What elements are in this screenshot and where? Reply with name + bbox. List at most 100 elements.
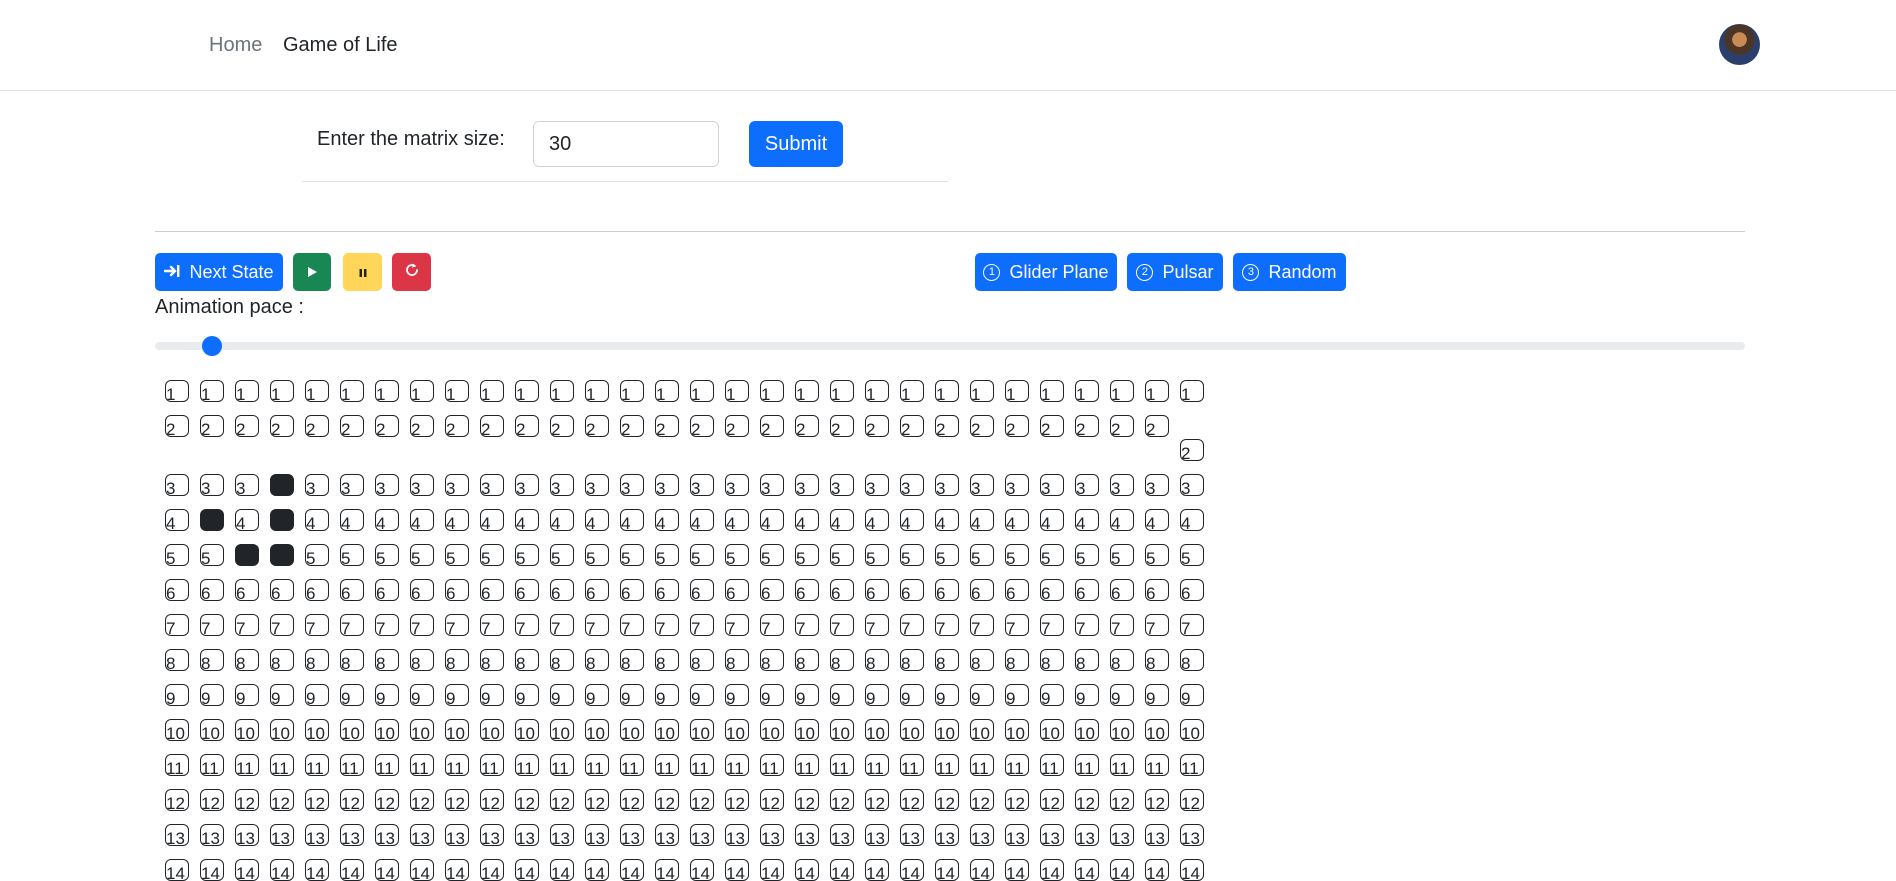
- nav-home-link[interactable]: Home: [209, 34, 262, 57]
- grid-cell[interactable]: 12: [795, 789, 819, 811]
- grid-cell[interactable]: 5: [200, 544, 224, 566]
- grid-cell[interactable]: 9: [375, 684, 399, 706]
- grid-cell[interactable]: 11: [690, 754, 714, 776]
- grid-cell[interactable]: 9: [200, 684, 224, 706]
- grid-cell[interactable]: 11: [900, 754, 924, 776]
- grid-cell[interactable]: 8: [235, 649, 259, 671]
- grid-cell[interactable]: 13: [340, 824, 364, 846]
- grid-cell[interactable]: 8: [165, 649, 189, 671]
- grid-cell[interactable]: 2: [970, 415, 994, 437]
- grid-cell[interactable]: 14: [515, 859, 539, 881]
- grid-cell[interactable]: 9: [865, 684, 889, 706]
- grid-cell[interactable]: 6: [690, 579, 714, 601]
- grid-cell[interactable]: 3: [375, 474, 399, 496]
- grid-cell[interactable]: 11: [445, 754, 469, 776]
- grid-cell[interactable]: 13: [1005, 824, 1029, 846]
- grid-cell[interactable]: 13: [1110, 824, 1134, 846]
- submit-button[interactable]: Submit: [749, 121, 843, 167]
- grid-cell[interactable]: 6: [445, 579, 469, 601]
- grid-cell[interactable]: 1: [970, 380, 994, 402]
- grid-cell[interactable]: 5: [1180, 544, 1204, 566]
- grid-cell[interactable]: 8: [760, 649, 784, 671]
- grid-cell[interactable]: 12: [1040, 789, 1064, 811]
- grid-cell[interactable]: 14: [375, 859, 399, 881]
- grid-cell[interactable]: 9: [165, 684, 189, 706]
- grid-cell[interactable]: 4: [970, 509, 994, 531]
- grid-cell[interactable]: 1: [340, 380, 364, 402]
- grid-cell[interactable]: 1: [305, 380, 329, 402]
- grid-cell[interactable]: 3: [1075, 474, 1099, 496]
- grid-cell[interactable]: 12: [1075, 789, 1099, 811]
- grid-cell[interactable]: 11: [1145, 754, 1169, 776]
- grid-cell[interactable]: 2: [620, 415, 644, 437]
- grid-cell[interactable]: 10: [340, 719, 364, 741]
- grid-cell[interactable]: 4: [305, 509, 329, 531]
- grid-cell[interactable]: 10: [900, 719, 924, 741]
- grid-cell[interactable]: 10: [270, 719, 294, 741]
- grid-cell[interactable]: 12: [900, 789, 924, 811]
- grid-cell[interactable]: 6: [585, 579, 609, 601]
- grid-cell[interactable]: 7: [725, 614, 749, 636]
- grid-cell[interactable]: 9: [1040, 684, 1064, 706]
- grid-cell[interactable]: 14: [410, 859, 434, 881]
- grid-cell[interactable]: 2: [515, 415, 539, 437]
- grid-cell[interactable]: 11: [1040, 754, 1064, 776]
- grid-cell[interactable]: 10: [1075, 719, 1099, 741]
- grid-cell[interactable]: 4: [550, 509, 574, 531]
- grid-cell[interactable]: 10: [480, 719, 504, 741]
- grid-cell[interactable]: 12: [655, 789, 679, 811]
- grid-cell[interactable]: 4: [165, 509, 189, 531]
- grid-cell[interactable]: 4: [515, 509, 539, 531]
- grid-cell[interactable]: 2: [1075, 415, 1099, 437]
- grid-cell[interactable]: 13: [620, 824, 644, 846]
- grid-cell[interactable]: 12: [235, 789, 259, 811]
- grid-cell[interactable]: 3: [620, 474, 644, 496]
- grid-cell[interactable]: 5: [1145, 544, 1169, 566]
- grid-cell[interactable]: 3: [795, 474, 819, 496]
- grid-cell[interactable]: 5: [550, 544, 574, 566]
- grid-cell[interactable]: 1: [445, 380, 469, 402]
- grid-cell[interactable]: 7: [165, 614, 189, 636]
- grid-cell[interactable]: 14: [830, 859, 854, 881]
- grid-cell[interactable]: 14: [200, 859, 224, 881]
- grid-cell[interactable]: 1: [690, 380, 714, 402]
- pulsar-button[interactable]: 2 Pulsar: [1127, 253, 1223, 291]
- grid-cell[interactable]: 13: [1075, 824, 1099, 846]
- grid-cell[interactable]: 9: [410, 684, 434, 706]
- grid-cell[interactable]: 3: [725, 474, 749, 496]
- grid-cell[interactable]: 14: [760, 859, 784, 881]
- grid-cell[interactable]: 8: [550, 649, 574, 671]
- grid-cell[interactable]: 9: [725, 684, 749, 706]
- grid-cell[interactable]: 6: [935, 579, 959, 601]
- grid-cell[interactable]: 7: [235, 614, 259, 636]
- grid-cell[interactable]: 6: [305, 579, 329, 601]
- grid-cell[interactable]: 12: [865, 789, 889, 811]
- grid-cell[interactable]: 9: [515, 684, 539, 706]
- grid-cell[interactable]: 13: [725, 824, 749, 846]
- nav-game-of-life-link[interactable]: Game of Life: [283, 34, 398, 57]
- grid-cell[interactable]: 14: [305, 859, 329, 881]
- grid-cell[interactable]: 3: [515, 474, 539, 496]
- grid-cell[interactable]: 12: [585, 789, 609, 811]
- grid-cell[interactable]: 4: [935, 509, 959, 531]
- grid-cell[interactable]: 5: [305, 544, 329, 566]
- grid-cell[interactable]: [270, 509, 294, 531]
- grid-cell[interactable]: 14: [270, 859, 294, 881]
- grid-cell[interactable]: 11: [1180, 754, 1204, 776]
- grid-cell[interactable]: 11: [270, 754, 294, 776]
- grid-cell[interactable]: 6: [200, 579, 224, 601]
- grid-cell[interactable]: 7: [935, 614, 959, 636]
- grid-cell[interactable]: 2: [1145, 415, 1169, 437]
- grid-cell[interactable]: 5: [690, 544, 714, 566]
- grid-cell[interactable]: 8: [515, 649, 539, 671]
- grid-cell[interactable]: 11: [725, 754, 749, 776]
- grid-cell[interactable]: 7: [480, 614, 504, 636]
- grid-cell[interactable]: 2: [445, 415, 469, 437]
- grid-cell[interactable]: 5: [375, 544, 399, 566]
- grid-cell[interactable]: 12: [830, 789, 854, 811]
- grid-cell[interactable]: 11: [550, 754, 574, 776]
- grid-cell[interactable]: 5: [655, 544, 679, 566]
- grid-cell[interactable]: 14: [865, 859, 889, 881]
- grid-cell[interactable]: 10: [165, 719, 189, 741]
- grid-cell[interactable]: 6: [410, 579, 434, 601]
